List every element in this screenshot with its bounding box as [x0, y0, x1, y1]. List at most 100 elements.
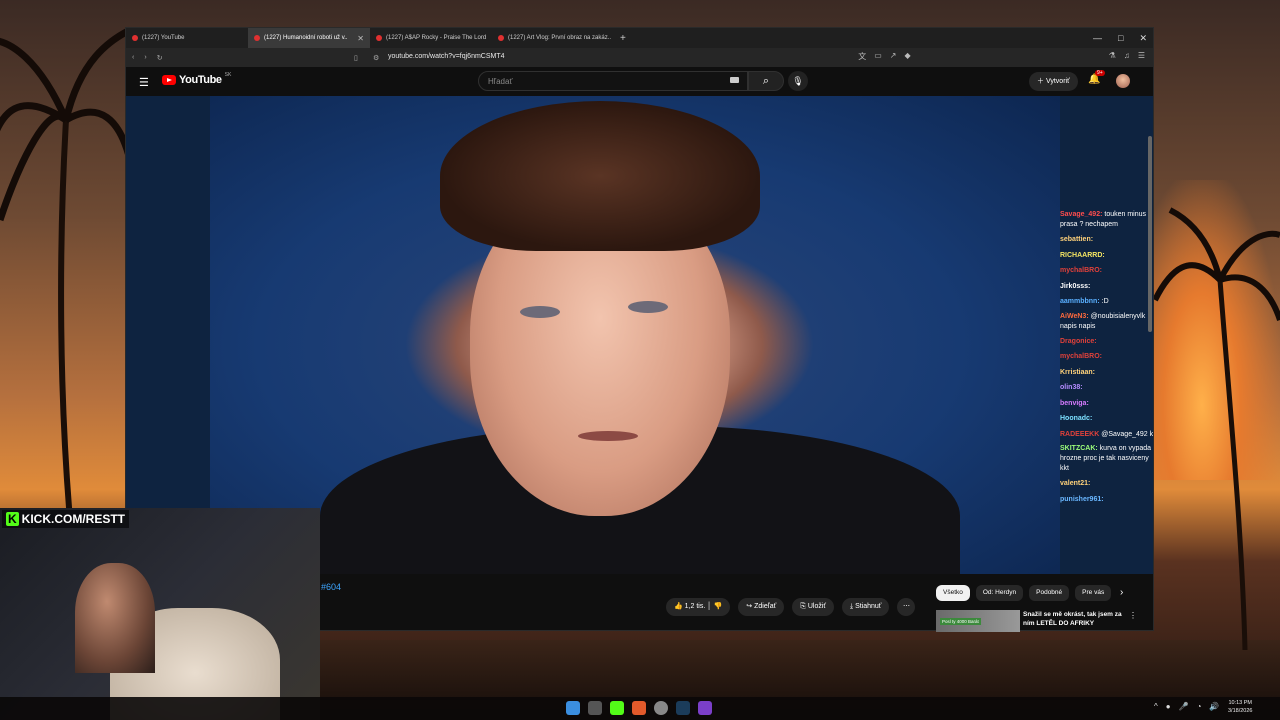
kick-app-icon[interactable]: [610, 701, 624, 715]
save-label: Uložiť: [807, 603, 827, 610]
chat-message: RICHAARRD:: [1060, 248, 1153, 264]
chat-username: sebattien:: [1060, 236, 1094, 243]
search-input[interactable]: Hľadať: [478, 71, 748, 91]
chip-from-herdyn[interactable]: Od: Herdyn: [975, 585, 1024, 601]
chat-message: SKITZCAK: kurva on vypada hrozne proc je…: [1060, 442, 1153, 476]
thumbnail-tag: Posl ty 4000 Barát: [940, 618, 981, 625]
video-actions: 👍 1,2 tis. │ 👎 ↪ Zdieľať ⎘ Uložiť ⤓ Stia…: [666, 598, 916, 616]
chevron-right-icon[interactable]: ›: [1120, 587, 1123, 598]
tab-bar: (1227) YouTube (1227) Humanoidní roboti …: [126, 28, 1153, 48]
video-eye-shape: [520, 306, 560, 318]
cast-icon[interactable]: ▭: [874, 51, 882, 62]
extensions-icon[interactable]: ⚗: [1109, 51, 1116, 62]
more-actions-icon[interactable]: ⋯: [897, 598, 916, 616]
notifications-badge: 9+: [1095, 70, 1105, 76]
tab-label: (1227) Art Vlog: První obraz na zakáz..: [508, 35, 612, 41]
chip-similar[interactable]: Podobné: [1029, 585, 1070, 601]
webcam-overlay: [0, 508, 320, 720]
thumbs-down-icon[interactable]: │ 👎: [705, 603, 722, 610]
page-scrollbar[interactable]: [1148, 136, 1152, 332]
taskbar-clock[interactable]: 10:13 PM 3/18/2026: [1228, 699, 1252, 715]
chat-username: Krristiaan:: [1060, 368, 1096, 376]
video-mouth-shape: [578, 431, 638, 441]
download-button[interactable]: ⤓ Stiahnuť: [842, 598, 890, 616]
volume-icon[interactable]: 🔊: [1209, 702, 1219, 711]
tab-humanoid-robots[interactable]: (1227) Humanoidní roboti už v.. ✕: [248, 28, 370, 48]
microphone-icon[interactable]: 🎤: [1179, 702, 1189, 711]
palm-tree-right-icon: [1152, 207, 1280, 650]
bookmark-save-icon: ⎘: [800, 603, 808, 610]
close-window-button[interactable]: ✕: [1139, 33, 1147, 44]
tab-youtube[interactable]: (1227) YouTube: [126, 28, 248, 48]
video-hashtag[interactable]: #604: [321, 582, 341, 592]
close-tab-icon[interactable]: ✕: [357, 34, 364, 43]
save-button[interactable]: ⎘ Uložiť: [792, 598, 835, 616]
webcam-person-shape: [75, 563, 155, 673]
tab-asap-rocky[interactable]: (1227) A$AP Rocky - Praise The Lord: [370, 28, 492, 48]
chat-message: Savage_492: touken minus prasa ? nechape…: [1060, 208, 1153, 232]
tab-label: (1227) Humanoidní roboti už v..: [264, 35, 348, 41]
hamburger-menu-icon[interactable]: ☰: [139, 76, 149, 89]
share-button[interactable]: ↪ Zdieľať: [738, 598, 785, 616]
chrome-icon[interactable]: [654, 701, 668, 715]
chat-overlay: Savage_492: touken minus prasa ? nechape…: [1060, 208, 1153, 508]
bookmark-icon[interactable]: ▯: [354, 54, 358, 62]
media-icon[interactable]: ♫: [1124, 51, 1130, 62]
windows-start-icon[interactable]: [566, 701, 580, 715]
chat-username: AiWeN3:: [1060, 312, 1089, 320]
share-page-icon[interactable]: ↗: [890, 51, 897, 62]
minimize-button[interactable]: —: [1093, 33, 1102, 43]
recommendation-chips: Všetko Od: Herdyn Podobné Pre vás: [936, 585, 1112, 601]
create-label: Vytvoriť: [1045, 78, 1070, 85]
tab-label: (1227) A$AP Rocky - Praise The Lord: [386, 35, 487, 41]
video-frame[interactable]: [210, 96, 1060, 574]
reload-icon[interactable]: ↻: [157, 54, 163, 62]
search-button[interactable]: ⌕: [748, 71, 784, 91]
steam-icon[interactable]: [676, 701, 690, 715]
recommendation-title[interactable]: Snažil se mě okrást, tak jsem za ním LET…: [1023, 610, 1133, 628]
voice-search-icon[interactable]: 🎙: [788, 71, 808, 91]
chat-username: olin38:: [1060, 384, 1083, 391]
video-eye-shape: [628, 301, 668, 313]
taskbar-apps: [566, 701, 712, 715]
chat-message: valent21:: [1060, 476, 1153, 492]
forward-icon[interactable]: ›: [144, 54, 146, 61]
search-icon: ⌕: [762, 75, 770, 87]
new-tab-button[interactable]: +: [614, 33, 632, 44]
create-button[interactable]: ＋ Vytvoriť: [1029, 72, 1078, 91]
video-player[interactable]: Savage_492: touken minus prasa ? nechape…: [126, 96, 1153, 574]
back-icon[interactable]: ‹: [132, 54, 134, 61]
tray-app-icon[interactable]: ●: [1166, 702, 1171, 711]
menu-icon[interactable]: ☰: [1138, 51, 1145, 62]
brave-shield-icon[interactable]: ◆: [905, 51, 911, 62]
kick-logo-icon: K: [6, 512, 19, 526]
chip-all[interactable]: Všetko: [936, 585, 970, 601]
chat-username: Savage_492:: [1060, 211, 1103, 218]
translate-icon[interactable]: 文: [858, 51, 866, 62]
kick-banner: K KICK.COM/RESTT: [2, 510, 130, 528]
site-info-icon[interactable]: ⚙: [373, 54, 379, 62]
tray-chevron-icon[interactable]: ^: [1154, 702, 1158, 711]
youtube-logo[interactable]: YouTube SK: [162, 72, 231, 86]
obs-icon[interactable]: [698, 701, 712, 715]
keyboard-icon[interactable]: [730, 77, 739, 83]
maximize-button[interactable]: □: [1118, 33, 1123, 43]
network-icon[interactable]: ◔: [1197, 702, 1202, 711]
tab-art-vlog[interactable]: (1227) Art Vlog: První obraz na zakáz..: [492, 28, 614, 48]
chat-message: AiWeN3: @noubisialenyvlk napis napis: [1060, 310, 1153, 334]
chat-message: punisher961:: [1060, 492, 1153, 508]
chat-message: Dragonice:: [1060, 334, 1153, 350]
like-button[interactable]: 👍 1,2 tis. │ 👎: [666, 598, 731, 616]
url-field[interactable]: youtube.com/watch?v=fqj6nmCSMT4: [388, 53, 505, 60]
chat-message: RADEEEKK @Savage_492 kkkk: [1060, 427, 1153, 443]
task-view-icon[interactable]: [588, 701, 602, 715]
chip-for-you[interactable]: Pre vás: [1075, 585, 1112, 601]
chat-message: mychalBRO:: [1060, 263, 1153, 279]
kick-url-text: KICK.COM/RESTT: [21, 512, 126, 526]
brave-browser-icon[interactable]: [632, 701, 646, 715]
avatar[interactable]: [1116, 74, 1130, 88]
more-options-icon[interactable]: ⋮: [1129, 611, 1137, 620]
chat-username: SKITZCAK:: [1060, 445, 1098, 452]
chat-username: Jirk0sss:: [1060, 282, 1091, 290]
share-label: Zdieľať: [754, 603, 777, 610]
